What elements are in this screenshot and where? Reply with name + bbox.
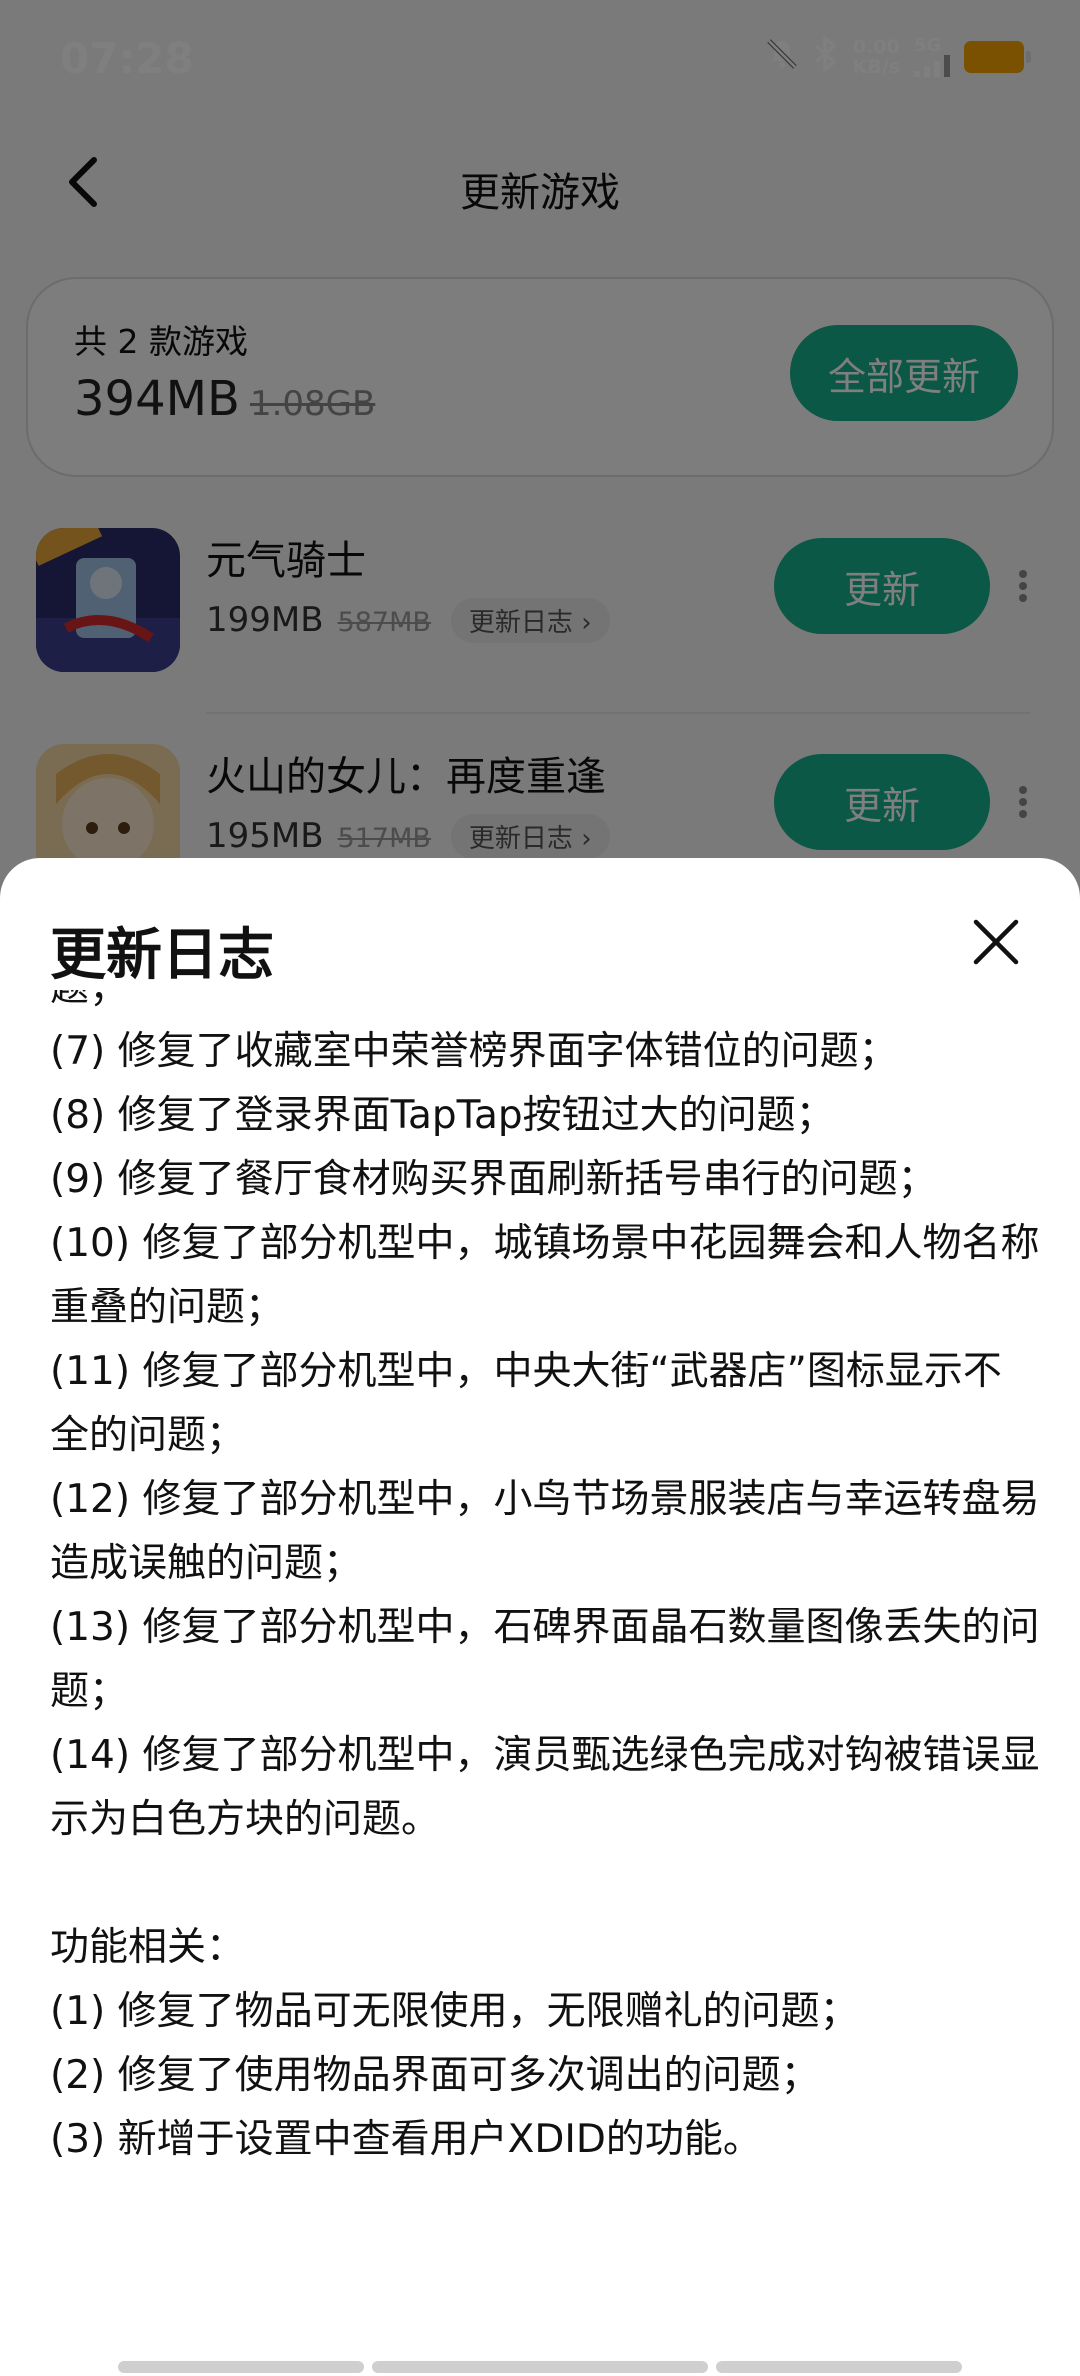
update-log-scroll[interactable]: 题； (7) 修复了收藏室中荣誉榜界面字体错位的问题； (8) 修复了登录界面T…	[50, 990, 1040, 2300]
gesture-bar	[0, 2361, 1080, 2375]
sheet-title: 更新日志	[50, 923, 274, 988]
close-icon[interactable]	[968, 914, 1024, 970]
update-log-sheet: 更新日志 题； (7) 修复了收藏室中荣誉榜界面字体错位的问题； (8) 修复了…	[0, 858, 1080, 2376]
update-log-text: 题； (7) 修复了收藏室中荣誉榜界面字体错位的问题； (8) 修复了登录界面T…	[50, 990, 1040, 2162]
